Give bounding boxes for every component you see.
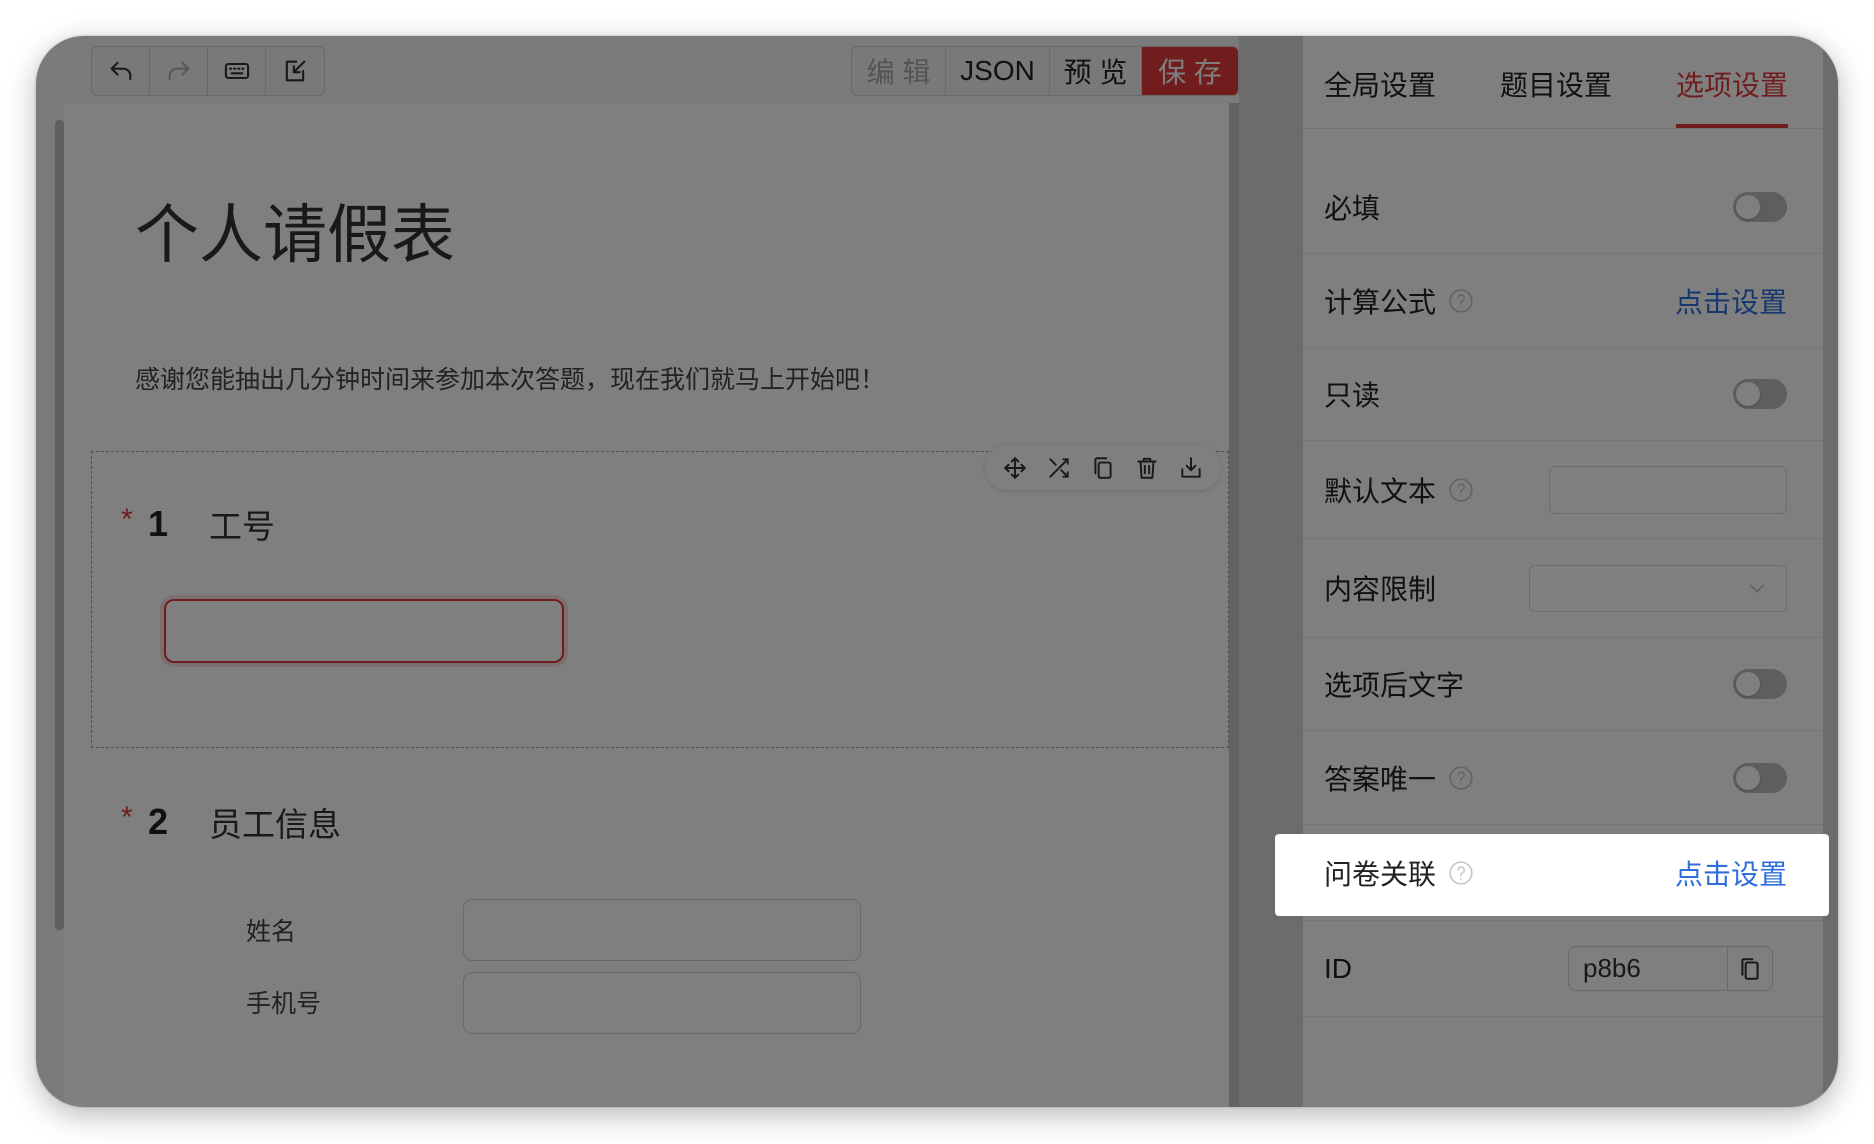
left-scrollbar[interactable] — [55, 120, 64, 930]
keyboard-icon — [224, 62, 249, 80]
settings-tabs: 全局设置 题目设置 选项设置 — [1303, 36, 1823, 129]
question-action-toolbar — [985, 445, 1221, 490]
required-mark: * — [121, 801, 133, 834]
question-title[interactable]: 员工信息 — [209, 798, 341, 846]
id-field — [1568, 946, 1773, 991]
field-label-phone: 手机号 — [246, 989, 322, 1018]
import-icon — [285, 60, 306, 82]
question-number: 2 — [148, 801, 169, 842]
settings-list: 必填 计算公式 点击设置 只读 默认文本 内容限制 选项后文字 答案唯一 问卷关… — [1303, 161, 1823, 1017]
json-mode-button[interactable]: JSON — [946, 47, 1050, 95]
shuffle-icon — [1049, 457, 1069, 478]
setting-row-required: 必填 — [1303, 161, 1823, 254]
field-label-name: 姓名 — [246, 917, 297, 946]
required-toggle[interactable] — [1733, 192, 1787, 222]
copy-id-button[interactable] — [1728, 947, 1772, 990]
question-header: * 2 员工信息 — [121, 801, 341, 844]
setting-row-id: ID — [1303, 921, 1823, 1017]
question-header: * 1 工号 — [121, 503, 275, 546]
required-mark: * — [121, 503, 133, 536]
question-title[interactable]: 工号 — [209, 500, 275, 548]
move-button[interactable] — [993, 445, 1037, 490]
name-input[interactable] — [463, 899, 861, 961]
setting-label: 默认文本 — [1324, 474, 1437, 508]
mode-switcher: 编 辑 JSON 预 览 保 存 — [851, 46, 1239, 96]
import-button[interactable] — [266, 47, 324, 95]
keyboard-shortcuts-button[interactable] — [208, 47, 266, 95]
setting-row-readonly: 只读 — [1303, 348, 1823, 441]
setting-row-default-text: 默认文本 — [1303, 441, 1823, 539]
canvas-scrollbar[interactable] — [1229, 103, 1239, 1107]
content-limit-select[interactable] — [1529, 564, 1787, 612]
copy-icon — [1741, 957, 1759, 980]
shuffle-button[interactable] — [1037, 445, 1081, 490]
settings-panel: 全局设置 题目设置 选项设置 必填 计算公式 点击设置 只读 默认文本 内容限制… — [1303, 36, 1823, 1107]
setting-label: ID — [1324, 952, 1352, 984]
setting-label: 必填 — [1324, 192, 1381, 225]
copy-icon — [1094, 456, 1112, 479]
redo-button[interactable] — [150, 47, 208, 95]
setting-label: 计算公式 — [1324, 285, 1437, 319]
setting-row-content-limit: 内容限制 — [1303, 539, 1823, 638]
move-icon — [1004, 456, 1026, 479]
suffix-text-toggle[interactable] — [1733, 669, 1787, 699]
setting-label: 内容限制 — [1324, 573, 1437, 606]
form-title[interactable]: 个人请假表 — [135, 196, 455, 276]
survey-link-settings-link[interactable]: 点击设置 — [1675, 853, 1787, 893]
employee-id-input[interactable] — [164, 599, 564, 663]
undo-icon — [110, 61, 131, 81]
setting-row-suffix-text: 选项后文字 — [1303, 638, 1823, 731]
help-icon[interactable] — [1448, 765, 1474, 791]
question-number: 1 — [148, 503, 169, 544]
save-to-library-button[interactable] — [1169, 445, 1213, 490]
tab-question-settings[interactable]: 题目设置 — [1500, 36, 1612, 128]
history-toolbar — [91, 46, 325, 96]
tab-option-settings[interactable]: 选项设置 — [1676, 36, 1789, 128]
tab-global-settings[interactable]: 全局设置 — [1324, 36, 1436, 128]
help-icon[interactable] — [1448, 860, 1474, 886]
delete-button[interactable] — [1125, 445, 1169, 490]
setting-label: 问卷关联 — [1324, 857, 1437, 891]
setting-label: 答案唯一 — [1324, 762, 1437, 796]
id-value-input[interactable] — [1569, 947, 1728, 990]
form-description[interactable]: 感谢您能抽出几分钟时间来参加本次答题，现在我们就马上开始吧！ — [135, 364, 885, 396]
setting-label: 选项后文字 — [1324, 669, 1465, 702]
unique-answer-toggle[interactable] — [1733, 762, 1787, 793]
readonly-toggle[interactable] — [1733, 379, 1787, 409]
edit-mode-button[interactable]: 编 辑 — [852, 47, 946, 95]
setting-row-unique-answer: 答案唯一 — [1303, 731, 1823, 825]
duplicate-button[interactable] — [1081, 445, 1125, 490]
delete-icon — [1137, 457, 1157, 479]
phone-input[interactable] — [463, 972, 861, 1034]
setting-label: 只读 — [1324, 379, 1381, 412]
preview-mode-button[interactable]: 预 览 — [1050, 47, 1142, 95]
chevron-down-icon — [1749, 584, 1765, 593]
setting-row-formula: 计算公式 点击设置 — [1303, 254, 1823, 348]
form-editor: 编 辑 JSON 预 览 保 存 个人请假表 感谢您能抽出几分钟时间来参加本次答… — [36, 36, 1239, 1107]
app-window: 编 辑 JSON 预 览 保 存 个人请假表 感谢您能抽出几分钟时间来参加本次答… — [36, 36, 1838, 1107]
download-icon — [1181, 456, 1201, 478]
undo-button[interactable] — [92, 47, 150, 95]
default-text-input[interactable] — [1549, 465, 1787, 514]
setting-row-survey-link: 问卷关联 点击设置 — [1303, 825, 1823, 921]
redo-icon — [168, 61, 189, 81]
help-icon[interactable] — [1448, 288, 1474, 314]
formula-settings-link[interactable]: 点击设置 — [1675, 281, 1787, 321]
save-button[interactable]: 保 存 — [1142, 47, 1238, 95]
help-icon[interactable] — [1448, 477, 1474, 503]
